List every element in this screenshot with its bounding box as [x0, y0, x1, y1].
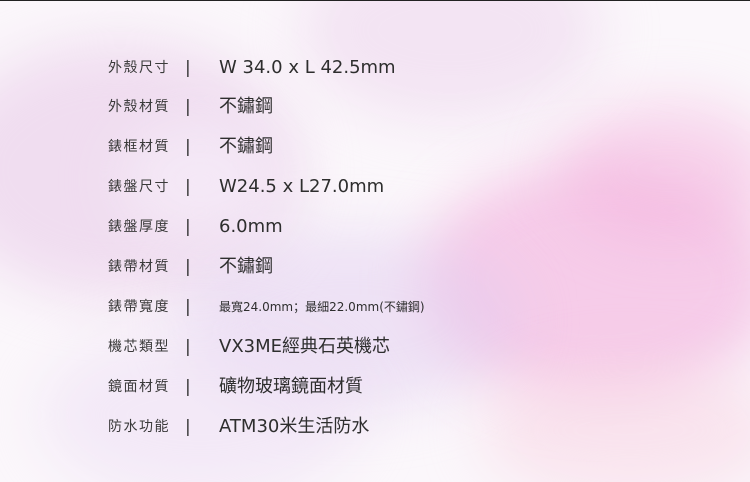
spec-separator: |	[185, 97, 191, 117]
spec-separator: |	[185, 177, 191, 197]
spec-label: 錶盤尺寸	[108, 179, 170, 195]
spec-value: W 34.0 x L 42.5mm	[219, 57, 396, 78]
spec-value: 不鏽鋼	[219, 136, 273, 157]
spec-value: 6.0mm	[219, 216, 283, 237]
spec-label: 外殼材質	[108, 99, 170, 115]
spec-label: 機芯類型	[108, 339, 170, 355]
spec-row-case-material: 外殼材質 | 不鏽鋼	[0, 96, 750, 118]
spec-separator: |	[185, 137, 191, 157]
spec-label: 錶帶寬度	[108, 299, 170, 315]
spec-row-dial-thickness: 錶盤厚度 | 6.0mm	[0, 216, 750, 238]
spec-value: 礦物玻璃鏡面材質	[219, 376, 363, 397]
spec-label: 防水功能	[108, 419, 170, 435]
spec-row-dial-size: 錶盤尺寸 | W24.5 x L27.0mm	[0, 176, 750, 198]
spec-label: 錶帶材質	[108, 259, 170, 275]
spec-row-glass-material: 鏡面材質 | 礦物玻璃鏡面材質	[0, 376, 750, 398]
spec-separator: |	[185, 217, 191, 237]
spec-row-case-size: 外殼尺寸 | W 34.0 x L 42.5mm	[0, 57, 750, 79]
spec-value: 不鏽鋼	[219, 96, 273, 117]
spec-label: 鏡面材質	[108, 379, 170, 395]
spec-value: W24.5 x L27.0mm	[219, 176, 385, 197]
spec-value: 最寬24.0mm；最細22.0mm(不鏽鋼)	[219, 300, 425, 314]
spec-value: 不鏽鋼	[219, 256, 273, 277]
spec-row-water-resistance: 防水功能 | ATM30米生活防水	[0, 416, 750, 438]
spec-separator: |	[185, 297, 191, 317]
spec-table: 外殼尺寸 | W 34.0 x L 42.5mm 外殼材質 | 不鏽鋼 錶框材質…	[0, 0, 750, 482]
spec-separator: |	[185, 257, 191, 277]
spec-separator: |	[185, 58, 191, 78]
spec-label: 錶框材質	[108, 139, 170, 155]
spec-label: 外殼尺寸	[108, 60, 170, 76]
spec-row-strap-material: 錶帶材質 | 不鏽鋼	[0, 256, 750, 278]
spec-separator: |	[185, 337, 191, 357]
spec-value: ATM30米生活防水	[219, 416, 370, 437]
spec-separator: |	[185, 377, 191, 397]
spec-label: 錶盤厚度	[108, 219, 170, 235]
spec-value: VX3ME經典石英機芯	[219, 336, 390, 357]
spec-row-strap-width: 錶帶寬度 | 最寬24.0mm；最細22.0mm(不鏽鋼)	[0, 296, 750, 318]
spec-separator: |	[185, 417, 191, 437]
spec-row-bezel-material: 錶框材質 | 不鏽鋼	[0, 136, 750, 158]
spec-row-movement-type: 機芯類型 | VX3ME經典石英機芯	[0, 336, 750, 358]
